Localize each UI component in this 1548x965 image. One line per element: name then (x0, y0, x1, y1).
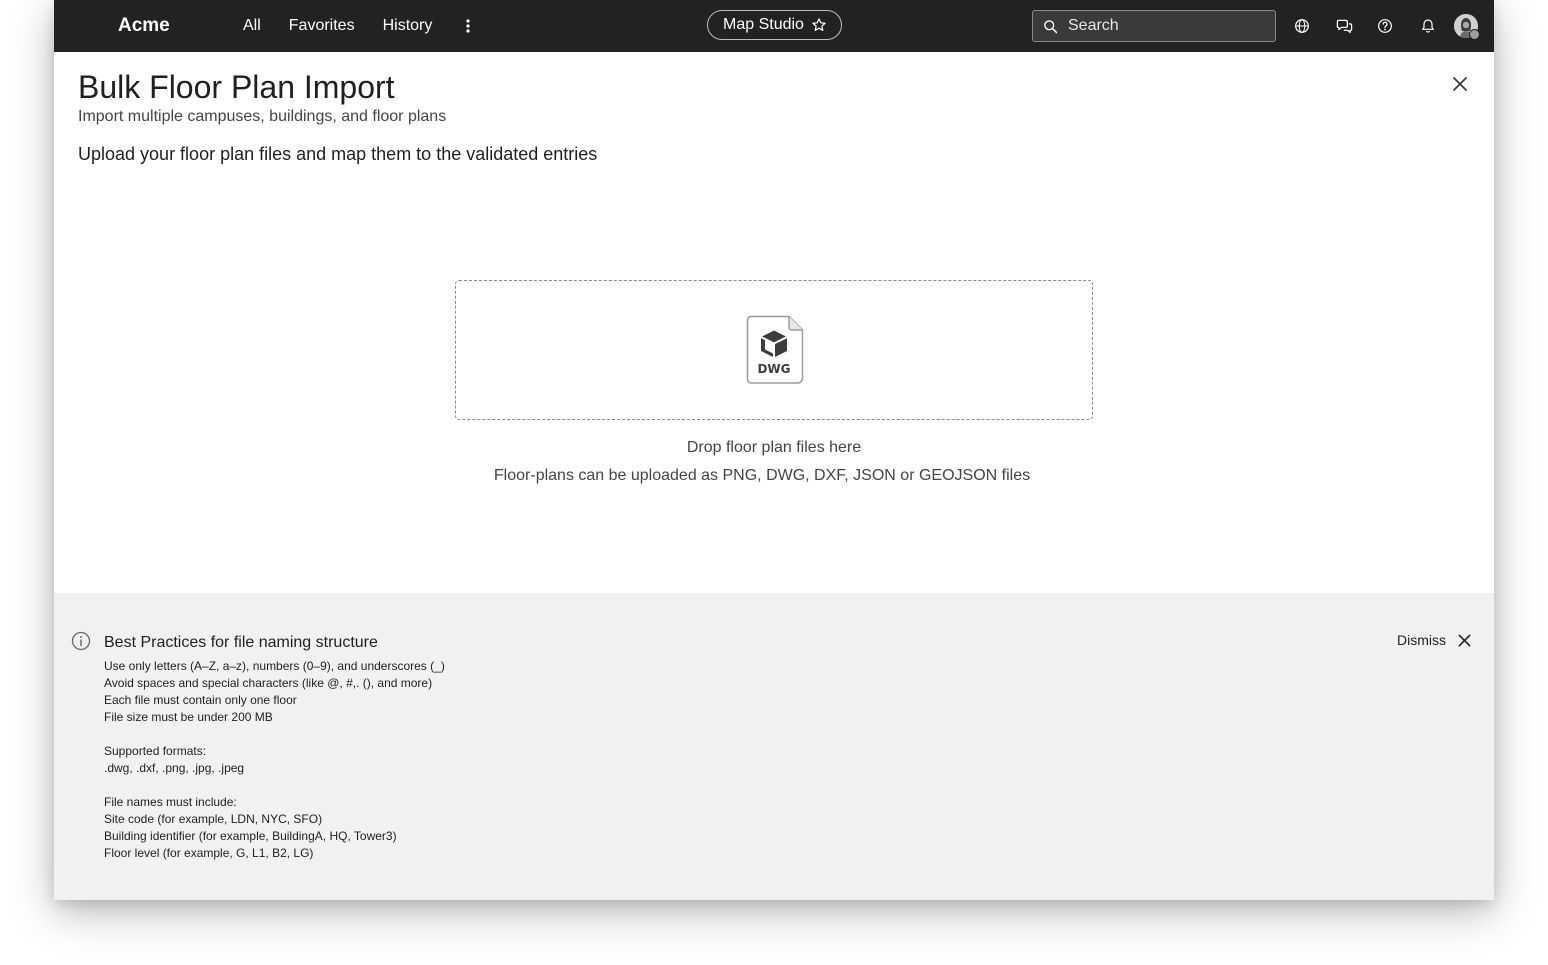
nav-item-favorites[interactable]: Favorites (289, 16, 355, 36)
app-name-label: Map Studio (723, 16, 804, 33)
rule-item: File size must be under 200 MB (104, 710, 273, 724)
file-type-label: DWG (757, 362, 790, 376)
best-practices-panel: Best Practices for file naming structure… (54, 593, 1494, 900)
dropzone-title: Drop floor plan files here (686, 439, 862, 456)
name-part-item: Building identifier (for example, Buildi… (104, 829, 397, 843)
section-heading: Upload your floor plan files and map the… (78, 144, 598, 164)
name-requirements-heading: File names must include: (104, 795, 237, 809)
formats-heading: Supported formats: (104, 744, 207, 758)
nav-item-all[interactable]: All (243, 16, 261, 36)
rule-item: Use only letters (A–Z, a–z), numbers (0–… (104, 659, 445, 673)
name-part-item: Site code (for example, LDN, NYC, SFO) (104, 812, 323, 826)
rule-item: Each file must contain only one floor (104, 693, 297, 707)
search-icon (1044, 19, 1058, 33)
best-practices-title: Best Practices for file naming structure (104, 634, 378, 651)
notifications-bell-icon[interactable] (1417, 15, 1439, 37)
app-name-pill[interactable]: Map Studio (707, 10, 842, 40)
top-navigation-bar: Acme All Favorites History Map Studio (54, 0, 1494, 52)
globe-icon[interactable] (1291, 15, 1313, 37)
star-icon[interactable] (811, 17, 827, 33)
file-dropzone[interactable]: DWG (455, 280, 1093, 420)
dropzone-hint: Floor-plans can be uploaded as PNG, DWG,… (493, 467, 1031, 484)
dismiss-button[interactable]: Dismiss (1397, 631, 1471, 649)
brand-logo[interactable]: Acme (118, 15, 170, 37)
close-button[interactable] (1448, 72, 1472, 96)
page-subtitle: Import multiple campuses, buildings, and… (78, 108, 447, 125)
info-icon (71, 631, 91, 651)
chat-icon[interactable] (1333, 15, 1355, 37)
app-window: Acme All Favorites History Map Studio Se… (54, 0, 1494, 900)
close-icon (1453, 77, 1467, 91)
best-practices-body: Use only letters (A–Z, a–z), numbers (0–… (104, 658, 445, 862)
close-icon (1458, 634, 1471, 646)
presence-status-badge (1469, 29, 1480, 40)
dismiss-label: Dismiss (1397, 632, 1446, 648)
formats-list: .dwg, .dxf, .png, .jpg, .jpeg (104, 761, 245, 775)
name-part-item: Floor level (for example, G, L1, B2, LG) (104, 846, 314, 860)
page-title: Bulk Floor Plan Import (78, 69, 395, 105)
nav-item-history[interactable]: History (383, 16, 433, 36)
search-box[interactable] (1032, 10, 1276, 42)
help-icon[interactable] (1374, 15, 1396, 37)
main-nav: All Favorites History (243, 16, 476, 36)
rule-item: Avoid spaces and special characters (lik… (104, 676, 433, 690)
search-input[interactable] (1066, 16, 1260, 36)
more-options-icon[interactable] (460, 16, 476, 36)
dwg-file-icon: DWG (746, 315, 804, 384)
